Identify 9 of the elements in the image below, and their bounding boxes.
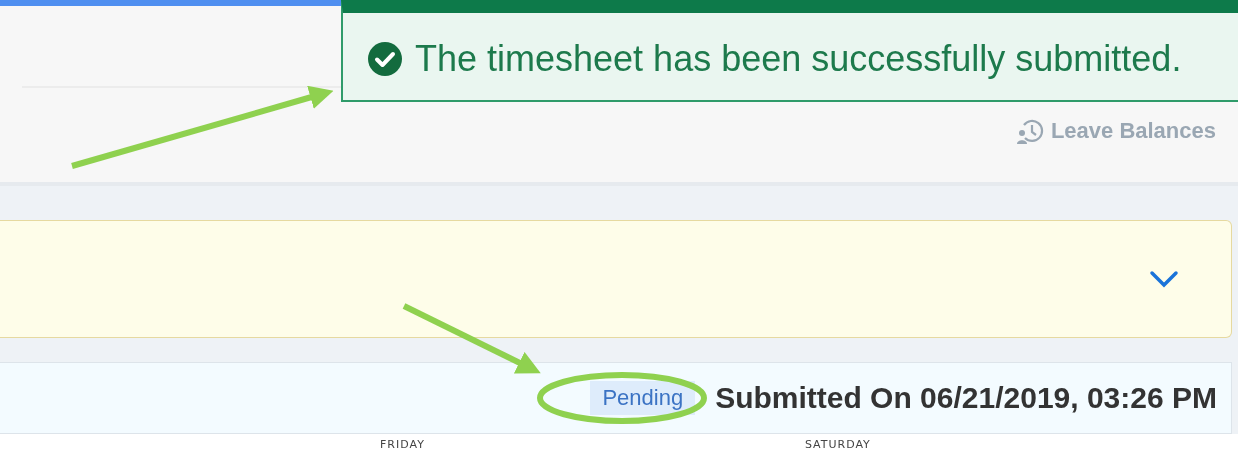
column-header: FRIDAY xyxy=(380,438,425,451)
submitted-text: Submitted On 06/21/2019, 03:26 PM xyxy=(715,381,1217,415)
toast-message: The timesheet has been successfully submitted. xyxy=(415,37,1182,80)
chevron-icon xyxy=(1149,269,1179,289)
check-circle-icon xyxy=(367,40,403,77)
leave-balances-link[interactable]: Leave Balances xyxy=(1014,116,1216,146)
status-badge: Pending xyxy=(590,381,696,415)
column-header: SATURDAY xyxy=(804,438,871,451)
expand-button[interactable] xyxy=(1149,269,1179,289)
